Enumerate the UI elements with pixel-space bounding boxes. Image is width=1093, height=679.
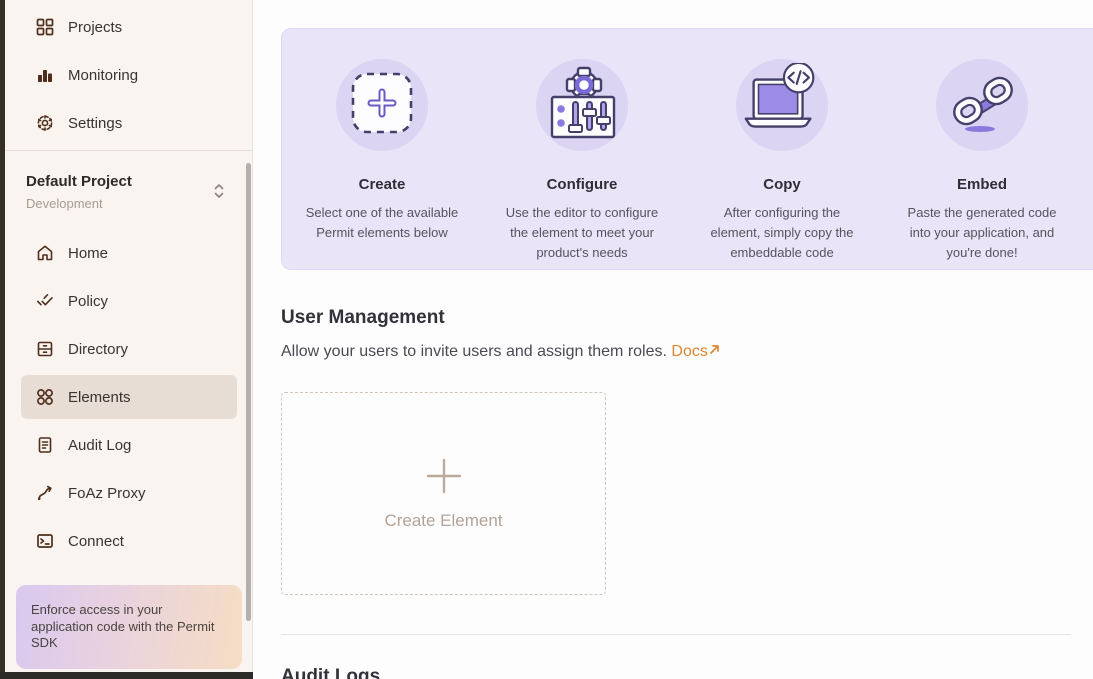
- directory-cabinet-icon: [36, 340, 54, 358]
- sidebar-item-projects[interactable]: Projects: [21, 3, 237, 51]
- sidebar-item-label: Elements: [68, 389, 131, 406]
- create-element-button[interactable]: Create Element: [281, 392, 606, 595]
- sidebar-item-monitoring[interactable]: Monitoring: [21, 51, 237, 99]
- audit-log-document-icon: [36, 436, 54, 454]
- step-description: Paste the generated code into your appli…: [898, 203, 1066, 263]
- sidebar: Projects Monitoring Sett: [0, 0, 253, 679]
- user-management-description-text: Allow your users to invite users and ass…: [281, 343, 671, 360]
- chain-link-icon: [936, 59, 1028, 151]
- docs-link[interactable]: Docs: [671, 343, 720, 360]
- sidebar-scrollbar[interactable]: [246, 163, 251, 621]
- sidebar-item-label: Projects: [68, 19, 122, 36]
- step-title: Create: [359, 176, 406, 193]
- step-description: Use the editor to configure the element …: [498, 203, 666, 263]
- project-name: Default Project: [26, 173, 237, 190]
- sidebar-item-label: Monitoring: [68, 67, 138, 84]
- monitoring-bars-icon: [36, 66, 54, 84]
- sidebar-item-label: Home: [68, 245, 108, 262]
- home-icon: [36, 244, 54, 262]
- section-divider: [281, 634, 1071, 635]
- plus-icon: [425, 457, 463, 495]
- projects-grid-icon: [36, 18, 54, 36]
- onboarding-steps-banner: Create Select one of the available Permi…: [281, 28, 1093, 270]
- chevron-updown-icon: [213, 183, 225, 204]
- create-element-label: Create Element: [384, 511, 502, 531]
- sidebar-item-audit-log[interactable]: Audit Log: [21, 421, 237, 469]
- sidebar-item-label: Policy: [68, 293, 108, 310]
- sidebar-item-elements[interactable]: Elements: [21, 375, 237, 419]
- sidebar-item-label: Audit Log: [68, 437, 131, 454]
- project-environment: Development: [26, 196, 237, 211]
- step-description: After configuring the element, simply co…: [698, 203, 866, 263]
- audit-logs-heading: Audit Logs: [281, 666, 1093, 679]
- sidebar-item-policy[interactable]: Policy: [21, 277, 237, 325]
- step-copy: Copy After configuring the element, simp…: [682, 29, 882, 269]
- sidebar-item-directory[interactable]: Directory: [21, 325, 237, 373]
- dashed-plus-square-icon: [336, 59, 428, 151]
- sdk-promo-text: Enforce access in your application code …: [31, 602, 215, 650]
- sidebar-item-home[interactable]: Home: [21, 229, 237, 277]
- step-description: Select one of the available Permit eleme…: [298, 203, 466, 243]
- foaz-proxy-arrow-icon: [36, 484, 54, 502]
- sidebar-item-label: Settings: [68, 115, 122, 132]
- sidebar-item-label: FoAz Proxy: [68, 485, 146, 502]
- connect-terminal-icon: [36, 532, 54, 550]
- sidebar-item-connect[interactable]: Connect: [21, 517, 237, 565]
- step-create: Create Select one of the available Permi…: [282, 29, 482, 269]
- external-link-arrow-icon: [708, 343, 721, 361]
- main-content: Create Select one of the available Permi…: [254, 0, 1093, 679]
- user-management-description: Allow your users to invite users and ass…: [281, 343, 1093, 361]
- sidebar-item-label: Connect: [68, 533, 124, 550]
- sliders-gear-icon: [536, 59, 628, 151]
- step-title: Configure: [547, 176, 618, 193]
- sdk-promo-card[interactable]: Enforce access in your application code …: [16, 585, 242, 669]
- sidebar-bottom-bar: [0, 672, 253, 679]
- sidebar-item-label: Directory: [68, 341, 128, 358]
- sidebar-item-foaz-proxy[interactable]: FoAz Proxy: [21, 469, 237, 517]
- policy-double-check-icon: [36, 292, 54, 310]
- step-configure: Configure Use the editor to configure th…: [482, 29, 682, 269]
- user-management-heading: User Management: [281, 307, 1093, 329]
- step-title: Copy: [763, 176, 801, 193]
- project-selector[interactable]: Default Project Development: [5, 151, 253, 229]
- step-embed: Embed Paste the generated code into your…: [882, 29, 1082, 269]
- laptop-code-icon: [736, 59, 828, 151]
- settings-gear-icon: [36, 114, 54, 132]
- step-title: Embed: [957, 176, 1007, 193]
- sidebar-item-settings[interactable]: Settings: [21, 99, 237, 147]
- elements-circles-icon: [36, 388, 54, 406]
